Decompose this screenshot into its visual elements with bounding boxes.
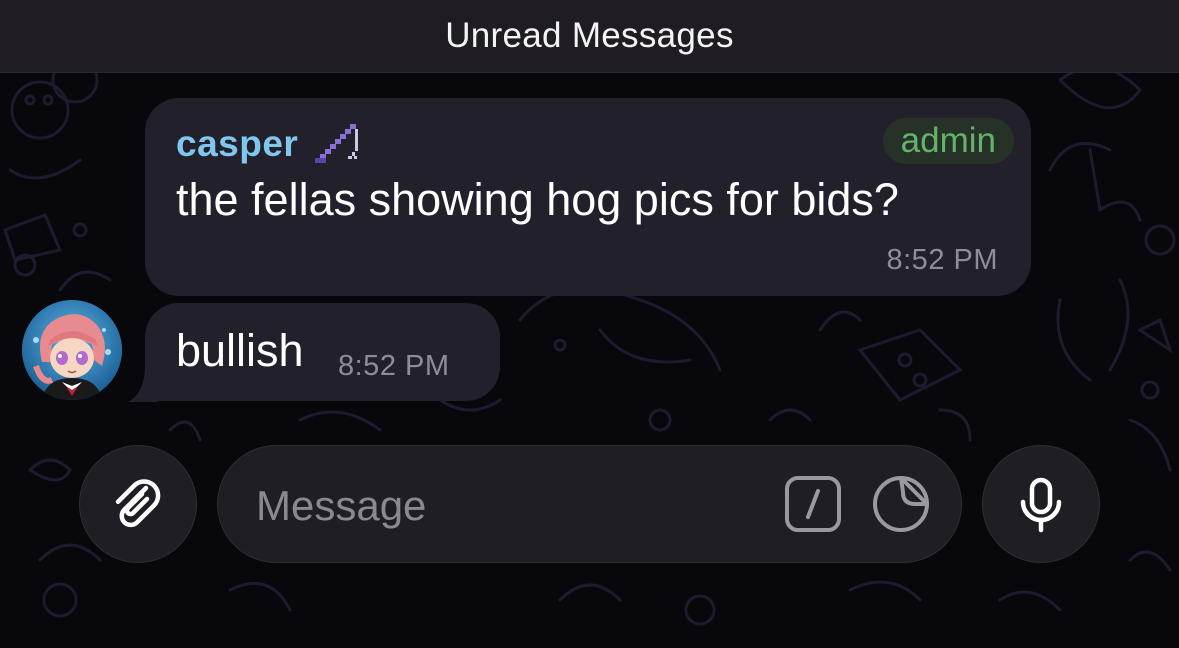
voice-message-button[interactable] [982,445,1100,563]
sender-avatar[interactable] [22,300,122,400]
sender-row: casper [176,120,362,168]
admin-badge: admin [882,118,1014,164]
unread-messages-divider: Unread Messages [0,0,1179,73]
fishing-rod-icon[interactable] [312,120,362,168]
message-bubble[interactable]: casper admin the fellas showing hog pics… [145,98,1031,296]
message-text: the fellas showing hog pics for bids? [176,174,899,225]
microphone-icon [1020,477,1062,533]
message-bubble[interactable]: bullish 8:52 PM [145,303,500,401]
anime-avatar-image [22,300,122,400]
message-input-field[interactable] [217,445,962,563]
sticker-icon[interactable] [871,474,931,534]
slash-command-icon[interactable] [783,474,843,534]
sender-name[interactable]: casper [176,123,298,165]
unread-messages-label: Unread Messages [445,16,734,55]
message-time: 8:52 PM [886,244,998,276]
message-text: bullish [176,325,304,376]
attach-button[interactable] [79,445,197,563]
message-input[interactable] [254,474,758,538]
paperclip-icon [115,479,161,528]
message-time: 8:52 PM [338,350,450,382]
